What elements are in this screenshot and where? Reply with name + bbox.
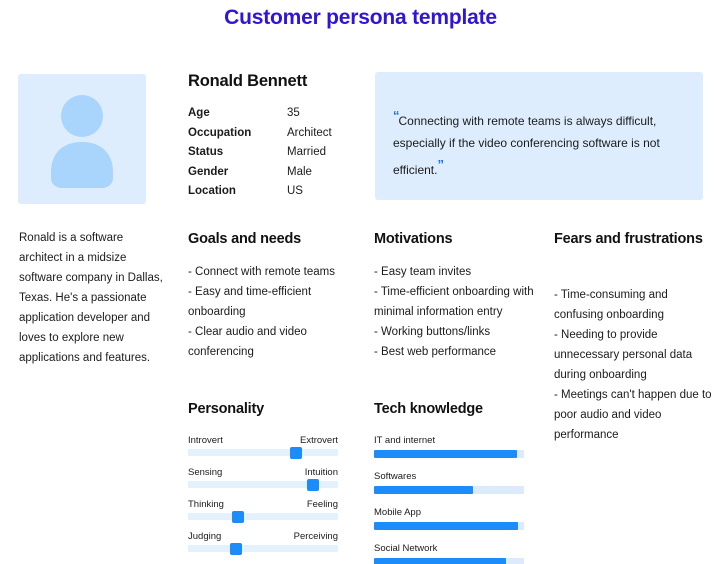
tech-bar-fill (374, 522, 518, 530)
slider-right-label: Perceiving (293, 531, 338, 542)
tech-bar-label: Softwares (374, 471, 417, 482)
slider-track[interactable] (188, 446, 338, 459)
list-item: - Easy and time-efficient onboarding (188, 286, 312, 318)
tech-bar-label: Mobile App (374, 507, 422, 518)
slider-left-label: Introvert (188, 435, 223, 446)
tech-bar-fill (374, 450, 517, 458)
slider-thumb[interactable] (290, 446, 302, 459)
tech-bar-row: Mobile App (374, 507, 524, 530)
profile-key: Gender (188, 165, 229, 178)
persona-template-page: Customer persona template Ronald is a so… (0, 0, 721, 564)
tech-bar-row: Softwares (374, 471, 524, 494)
profile-row: Occupation Architect (188, 124, 360, 144)
personality-title: Personality (188, 401, 264, 417)
slider-track[interactable] (188, 478, 338, 491)
list-item: - Best web performance (374, 346, 497, 358)
list-item: - Working buttons/links (374, 326, 491, 338)
page-title: Customer persona template (224, 6, 497, 29)
quote-text: “Connecting with remote teams is always … (393, 105, 689, 181)
goals-title: Goals and needs (188, 231, 302, 247)
slider-thumb[interactable] (306, 478, 319, 491)
list-item: - Easy team invites (374, 266, 472, 278)
profile-value: US (287, 185, 303, 197)
slider-labels: Introvert Extrovert (188, 435, 338, 446)
profile-key: Status (188, 146, 224, 158)
profile-row: Location US (188, 182, 360, 202)
slider-right-label: Intuition (304, 467, 338, 478)
fears-list: - Time-consuming and confusing onboardin… (554, 285, 712, 445)
bio-text: Ronald is a software architect in a mids… (19, 232, 163, 364)
slider-labels: Thinking Feeling (188, 499, 338, 510)
personality-slider-row: Thinking Feeling (188, 499, 338, 523)
slider-thumb[interactable] (230, 542, 242, 555)
quote-card: “Connecting with remote teams is always … (375, 72, 703, 200)
slider-left-label: Sensing (188, 467, 223, 478)
tech-knowledge-bars: IT and internet Softwares Mobile App Soc… (374, 435, 524, 564)
tech-bar-track[interactable] (374, 450, 524, 458)
profile-value: 35 (287, 107, 300, 119)
quote-body: Connecting with remote teams is always d… (393, 114, 660, 177)
tech-bar-track[interactable] (374, 522, 524, 530)
slider-labels: Sensing Intuition (188, 467, 338, 478)
profile-row: Status Married (188, 143, 360, 163)
slider-labels: Judging Perceiving (188, 531, 338, 542)
profile-key: Location (188, 185, 236, 197)
profile-value: Male (287, 165, 312, 178)
personality-sliders: Introvert Extrovert Sensing Intuition Th… (188, 435, 338, 563)
tech-knowledge-title: Tech knowledge (374, 401, 483, 417)
list-item: - Needing to provide unnecessary persona… (554, 329, 693, 381)
tech-bar-row: Social Network (374, 543, 524, 564)
list-item: - Clear audio and video conferencing (188, 326, 307, 358)
profile-key: Occupation (188, 126, 252, 139)
profile-block: Ronald Bennett Age 35 Occupation Archite… (188, 72, 360, 202)
personality-slider-row: Judging Perceiving (188, 531, 338, 555)
slider-thumb[interactable] (231, 510, 244, 523)
tech-bar-label: Social Network (374, 543, 438, 554)
profile-value: Architect (287, 126, 332, 139)
profile-row: Gender Male (188, 163, 360, 183)
user-avatar-icon (51, 95, 113, 188)
tech-bar-track[interactable] (374, 486, 524, 494)
fears-title: Fears and frustrations (554, 231, 703, 247)
tech-bar-fill (374, 486, 473, 494)
quote-close-mark: ” (437, 157, 443, 172)
slider-right-label: Extrovert (299, 435, 338, 446)
avatar (18, 74, 146, 204)
list-item: - Connect with remote teams (188, 266, 336, 278)
list-item: - Time-efficient onboarding with minimal… (374, 286, 534, 318)
tech-bar-track[interactable] (374, 558, 524, 564)
persona-name: Ronald Bennett (188, 72, 308, 90)
slider-right-label: Feeling (306, 499, 338, 510)
profile-row: Age 35 (188, 104, 360, 124)
goals-list: - Connect with remote teams - Easy and t… (188, 262, 346, 362)
list-item: - Meetings can't happen due to poor audi… (554, 389, 712, 441)
slider-left-label: Judging (188, 531, 222, 542)
slider-track[interactable] (188, 542, 338, 555)
profile-value: Married (287, 146, 326, 158)
tech-bar-fill (374, 558, 506, 564)
tech-bar-label: IT and internet (374, 435, 436, 446)
motivations-title: Motivations (374, 231, 453, 247)
motivations-list: - Easy team invites - Time-efficient onb… (374, 262, 539, 362)
personality-slider-row: Sensing Intuition (188, 467, 338, 491)
slider-left-label: Thinking (188, 499, 224, 510)
slider-track[interactable] (188, 510, 338, 523)
tech-bar-row: IT and internet (374, 435, 524, 458)
profile-key: Age (188, 107, 210, 119)
list-item: - Time-consuming and confusing onboardin… (554, 289, 668, 321)
personality-slider-row: Introvert Extrovert (188, 435, 338, 459)
